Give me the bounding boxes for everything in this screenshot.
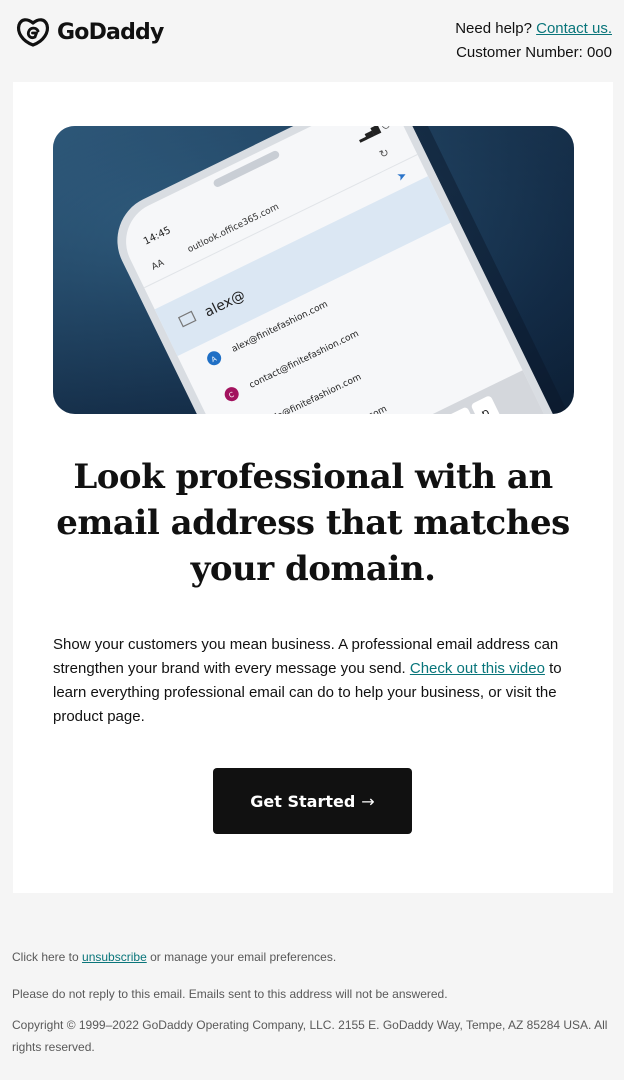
copyright: Copyright © 1999–2022 GoDaddy Operating … [12,1018,608,1054]
get-started-label: Get Started [250,791,356,811]
help-block: Need help? Contact us. Customer Number: … [455,17,612,65]
body-paragraph: Show your customers you mean business. A… [53,633,568,729]
help-prefix: Need help? [455,20,532,37]
email-card: 14:45 ▂▄▆ ◔ ▭ AA outlook.office365.com ↻… [13,82,613,893]
video-link[interactable]: Check out this video [410,660,545,677]
unsubscribe-link[interactable]: unsubscribe [82,950,147,964]
noreply-notice: Please do not reply to this email. Email… [12,987,448,1001]
brand-name: GoDaddy [57,19,164,45]
get-started-button[interactable]: Get Started → [213,768,412,834]
godaddy-logo-icon [16,18,50,47]
email-header: GoDaddy Need help? Contact us. Customer … [0,0,624,82]
unsub-prefix: Click here to [12,950,83,964]
headline: Look professional with an email address … [56,457,570,589]
unsubscribe-line: Click here to unsubscribe or manage your… [12,946,336,968]
customer-number: Customer Number: 0o0 [456,44,612,61]
unsub-suffix: or manage your email preferences. [146,950,337,964]
contact-us-link[interactable]: Contact us. [536,20,612,37]
help-line: Need help? Contact us. [455,17,612,41]
hero-image: 14:45 ▂▄▆ ◔ ▭ AA outlook.office365.com ↻… [53,126,574,414]
godaddy-logo[interactable]: GoDaddy [15,16,164,48]
phone-illustration: 14:45 ▂▄▆ ◔ ▭ AA outlook.office365.com ↻… [53,126,574,414]
arrow-right-icon: → [361,791,375,811]
